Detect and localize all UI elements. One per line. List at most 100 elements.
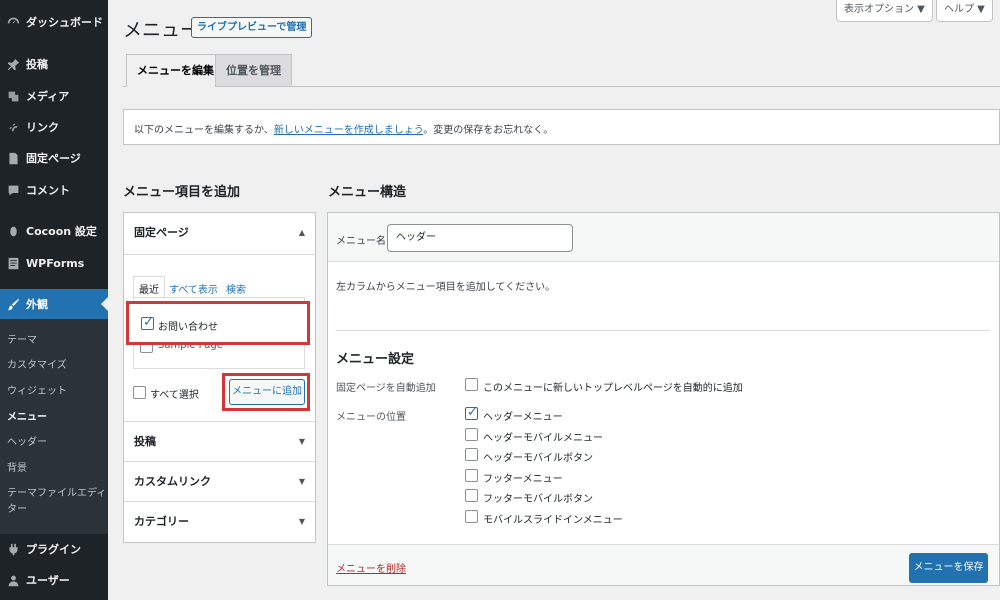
page-icon — [6, 151, 20, 165]
sidebar-item-links[interactable]: リンク — [0, 112, 108, 142]
help-button[interactable]: ヘルプ ▼ — [936, 0, 993, 22]
tab-manage-locations[interactable]: 位置を管理 — [215, 54, 292, 87]
add-menu-items-heading: メニュー項目を追加 — [123, 185, 241, 200]
plugin-icon — [6, 542, 20, 556]
submenu-background[interactable]: 背景 — [7, 462, 27, 476]
comment-icon — [6, 183, 20, 197]
divider — [328, 261, 999, 262]
menu-name-label: メニュー名 — [336, 236, 386, 247]
sidebar-item-cocoon[interactable]: Cocoon 設定 — [0, 216, 108, 246]
cocoon-icon — [6, 224, 20, 238]
sidebar-item-dashboard[interactable]: ダッシュボード — [0, 7, 108, 37]
tab-view-all[interactable]: すべて表示 — [169, 281, 218, 296]
admin-sidebar: ダッシュボード 投稿 メディア リンク 固定ページ コメント Cocoon 設定… — [0, 0, 108, 600]
save-menu-button[interactable]: メニューを保存 — [909, 553, 988, 583]
auto-add-label: 固定ページを自動追加 — [336, 383, 436, 394]
location-label-header-mobile-menu: ヘッダーモバイルメニュー — [483, 433, 603, 444]
menu-structure-panel — [327, 212, 1000, 586]
sidebar-item-label: メディア — [26, 90, 70, 103]
sidebar-item-label: Cocoon 設定 — [26, 225, 97, 238]
media-icon — [6, 89, 20, 103]
appearance-submenu: テーマ カスタマイズ ウィジェット メニュー ヘッダー 背景 テーマファイルエデ… — [0, 319, 108, 534]
location-label-header: ヘッダーメニュー — [483, 412, 563, 423]
location-label-footer: フッターメニュー — [483, 474, 563, 485]
submenu-customize[interactable]: カスタマイズ — [7, 359, 67, 373]
location-checkbox-slide-in[interactable] — [465, 510, 478, 523]
menu-structure-heading: メニュー構造 — [328, 185, 407, 200]
check-icon: ✓ — [467, 405, 478, 420]
menu-footer-bar — [328, 544, 999, 585]
sidebar-item-label: ユーザー — [26, 574, 70, 587]
auto-add-option-label: このメニューに新しいトップレベルページを自動的に追加 — [483, 383, 743, 394]
dashboard-icon — [6, 15, 20, 29]
notice-text-after: 。変更の保存をお忘れなく。 — [423, 125, 554, 136]
sidebar-item-appearance[interactable]: 外観 — [0, 289, 108, 319]
tab-search[interactable]: 検索 — [226, 281, 246, 296]
accordion-pages-title[interactable]: 固定ページ ▲ — [124, 213, 315, 253]
location-label-footer-mobile-button: フッターモバイルボタン — [483, 494, 593, 505]
forms-icon — [6, 256, 20, 270]
location-checkbox-footer-mobile-button[interactable] — [465, 489, 478, 502]
submenu-theme-editor-cont[interactable]: ター — [7, 503, 27, 517]
tab-edit-menus[interactable]: メニューを編集 — [126, 54, 225, 87]
current-menu-arrow — [101, 297, 108, 311]
menu-name-input[interactable]: ヘッダー — [387, 224, 573, 252]
live-preview-button[interactable]: ライブプレビューで管理 — [191, 17, 313, 38]
select-all-checkbox[interactable] — [133, 386, 146, 399]
sidebar-item-media[interactable]: メディア — [0, 81, 108, 111]
add-to-menu-button[interactable]: メニューに追加 — [229, 379, 305, 405]
sidebar-item-pages[interactable]: 固定ページ — [0, 143, 108, 173]
accordion-title-label: 投稿 — [134, 435, 156, 448]
location-checkbox-header-mobile-button[interactable] — [465, 448, 478, 461]
delete-menu-link[interactable]: メニューを削除 — [336, 560, 406, 575]
sidebar-item-label: 投稿 — [26, 58, 48, 71]
tab-most-recent[interactable]: 最近 — [133, 276, 165, 299]
expand-arrow-icon: ▼ — [298, 437, 305, 446]
check-icon: ✓ — [143, 315, 154, 330]
sidebar-item-plugins[interactable]: プラグイン — [0, 534, 108, 564]
select-all-label: すべて選択 — [150, 390, 199, 401]
sidebar-item-posts[interactable]: 投稿 — [0, 49, 108, 79]
sidebar-item-wpforms[interactable]: WPForms — [0, 248, 108, 278]
pin-icon — [6, 57, 20, 71]
submenu-theme-editor[interactable]: テーマファイルエディ — [7, 487, 106, 501]
screen-options-button[interactable]: 表示オプション ▼ — [836, 0, 933, 22]
submenu-header[interactable]: ヘッダー — [7, 436, 47, 450]
sidebar-item-comments[interactable]: コメント — [0, 175, 108, 205]
submenu-menus[interactable]: メニュー — [7, 411, 47, 425]
auto-add-checkbox[interactable] — [465, 378, 478, 391]
accordion-title-label: カテゴリー — [134, 515, 189, 528]
page-checkbox-contact-highlighted[interactable]: ✓ — [141, 315, 154, 330]
divider — [124, 254, 315, 255]
divider — [336, 330, 990, 331]
sidebar-item-label: コメント — [26, 184, 70, 197]
accordion-posts-title[interactable]: 投稿 ▼ — [124, 422, 315, 462]
expand-arrow-icon: ▼ — [298, 477, 305, 486]
accordion-custom-links-title[interactable]: カスタムリンク ▼ — [124, 462, 315, 502]
submenu-themes[interactable]: テーマ — [7, 334, 37, 348]
sidebar-item-label: リンク — [26, 121, 59, 134]
brush-icon — [6, 297, 20, 311]
sidebar-item-label: プラグイン — [26, 543, 81, 556]
location-checkbox-header[interactable]: ✓ — [465, 405, 478, 420]
instruction-text: 左カラムからメニュー項目を追加してください。 — [336, 282, 556, 293]
menu-settings-heading: メニュー設定 — [336, 352, 415, 367]
create-new-menu-link[interactable]: 新しいメニューを作成しましょう — [274, 125, 423, 136]
notice-text-before: 以下のメニューを編集するか、 — [134, 125, 274, 136]
location-checkbox-footer[interactable] — [465, 469, 478, 482]
submenu-widgets[interactable]: ウィジェット — [7, 385, 67, 399]
page-title: メニュー — [123, 19, 200, 41]
location-checkbox-header-mobile-menu[interactable] — [465, 428, 478, 441]
expand-arrow-icon: ▼ — [298, 517, 305, 526]
sidebar-item-label: 固定ページ — [26, 152, 81, 165]
sidebar-item-label: 外観 — [26, 298, 48, 311]
manage-menus-notice: 以下のメニューを編集するか、新しいメニューを作成しましょう。変更の保存をお忘れな… — [123, 109, 1000, 145]
location-label-slide-in: モバイルスライドインメニュー — [483, 515, 623, 526]
sidebar-item-users[interactable]: ユーザー — [0, 565, 108, 595]
accordion-title-label: カスタムリンク — [134, 475, 211, 488]
accordion-categories-title[interactable]: カテゴリー ▼ — [124, 502, 315, 542]
page-label-contact-highlighted: お問い合わせ — [158, 322, 218, 333]
user-icon — [6, 573, 20, 587]
sidebar-item-label: ダッシュボード — [26, 16, 103, 29]
location-label-header-mobile-button: ヘッダーモバイルボタン — [483, 453, 593, 464]
